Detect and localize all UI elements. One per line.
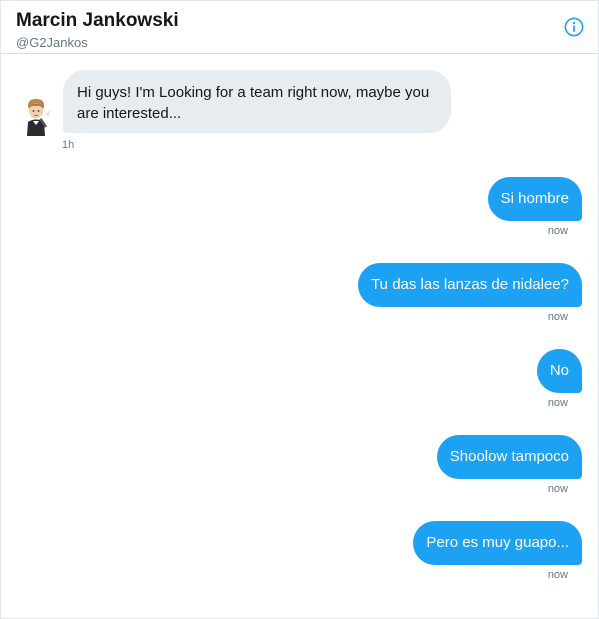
message-timestamp: now xyxy=(547,397,568,409)
message-timestamp: now xyxy=(547,569,568,581)
outgoing-message[interactable]: Si hombre xyxy=(487,177,582,221)
message-timestamp: now xyxy=(547,483,568,495)
outgoing-message[interactable]: No xyxy=(536,349,582,393)
message-thread: Hi guys! I'm Looking for a team right no… xyxy=(1,54,598,618)
contact-handle[interactable]: @G2Jankos xyxy=(16,35,88,50)
outgoing-message[interactable]: Pero es muy guapo... xyxy=(413,521,582,565)
outgoing-message[interactable]: Shoolow tampoco xyxy=(436,435,582,479)
message-timestamp: now xyxy=(547,225,568,237)
conversation-header: Marcin Jankowski @G2Jankos xyxy=(1,1,598,54)
dm-conversation: Marcin Jankowski @G2Jankos Hi guys! I'm … xyxy=(0,0,599,619)
outgoing-message[interactable]: Tu das las lanzas de nidalee? xyxy=(358,263,582,307)
message-timestamp: now xyxy=(547,311,568,323)
incoming-message[interactable]: Hi guys! I'm Looking for a team right no… xyxy=(63,70,451,133)
avatar[interactable] xyxy=(19,96,53,138)
contact-name[interactable]: Marcin Jankowski xyxy=(16,10,179,32)
message-timestamp: 1h xyxy=(62,139,75,151)
info-icon[interactable] xyxy=(564,17,584,37)
